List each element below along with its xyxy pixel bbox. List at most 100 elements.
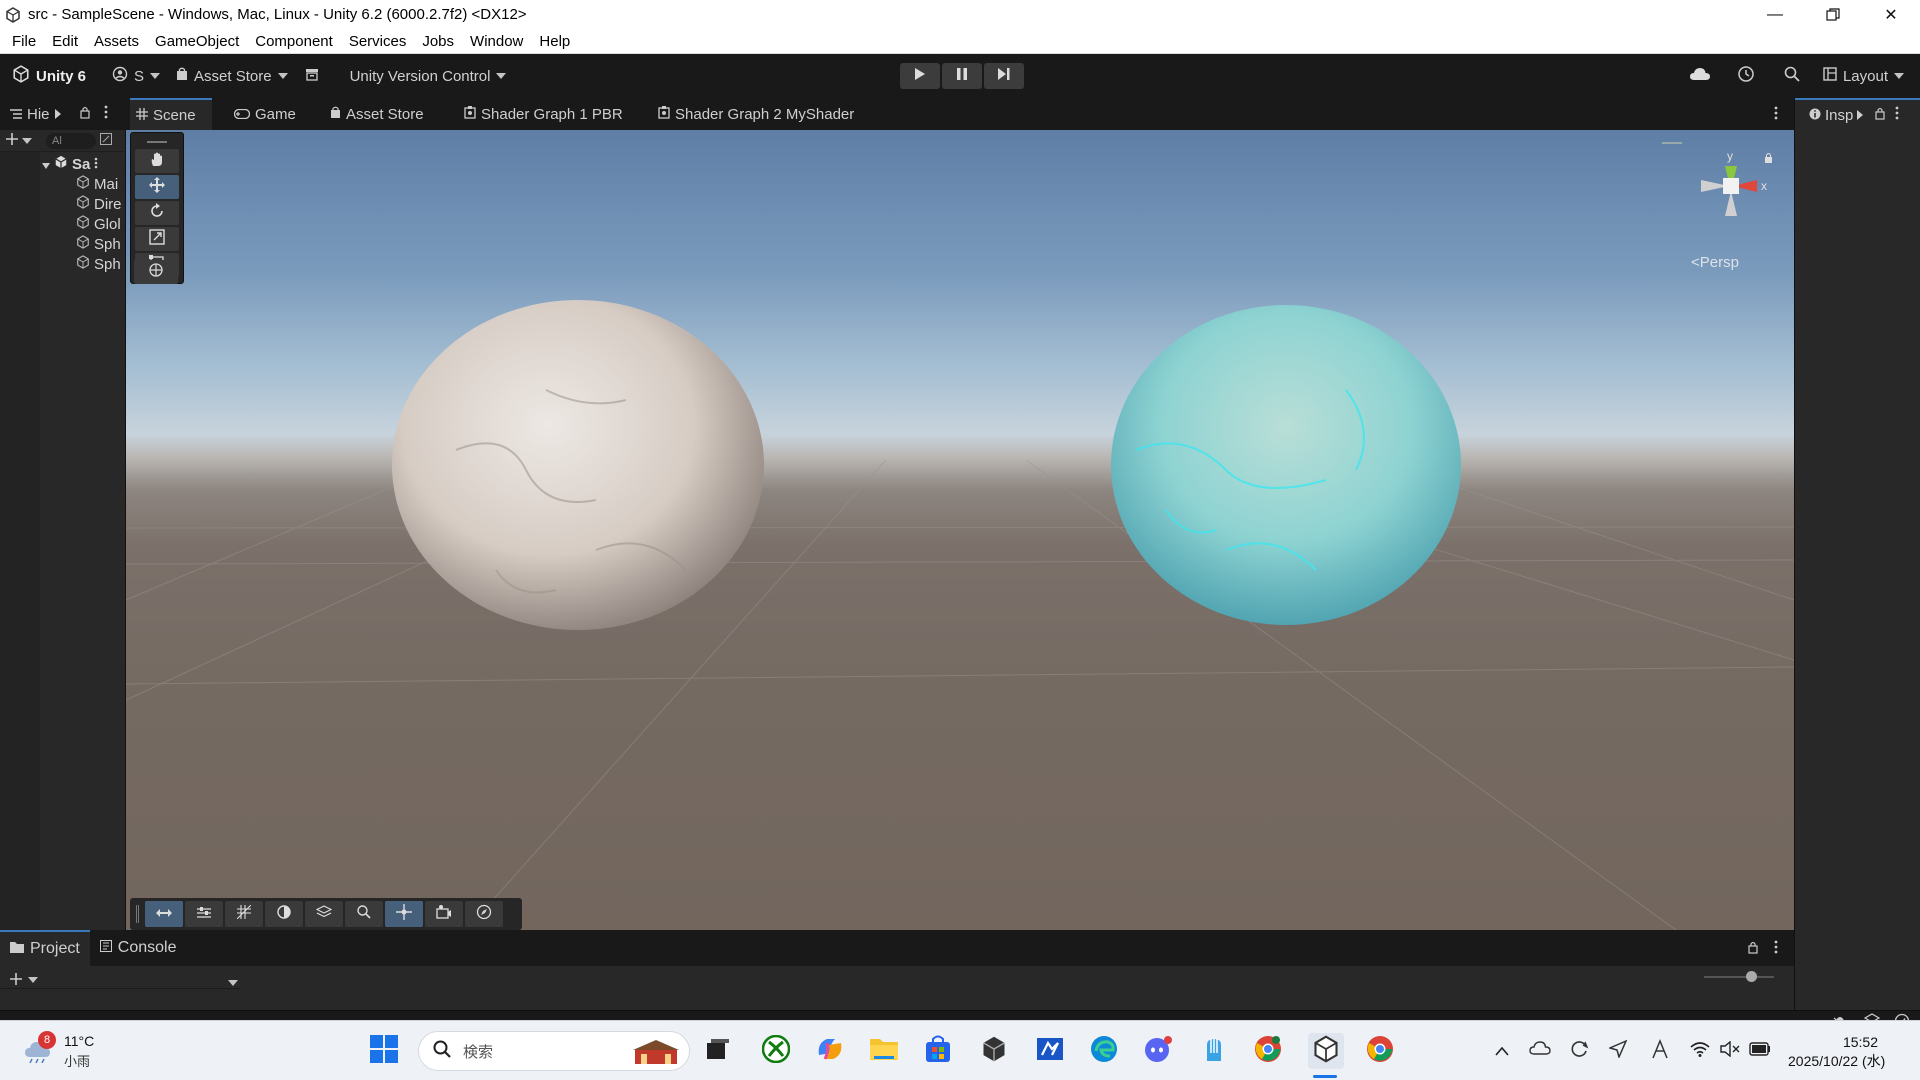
sync-tray[interactable] [1562, 1033, 1598, 1069]
drag-handle[interactable] [147, 141, 167, 143]
lock-icon[interactable] [1765, 153, 1772, 164]
edge-browser-app[interactable] [1086, 1033, 1122, 1069]
tab-hierarchy[interactable]: Hie [4, 98, 72, 130]
weather-widget[interactable]: 8 11°C 小雨 [20, 1031, 110, 1071]
orientation-gizmo[interactable]: y x [1681, 146, 1781, 246]
overlay-handle[interactable] [1662, 142, 1682, 144]
ime-tray[interactable] [1642, 1033, 1678, 1069]
tab-shader-graph-1[interactable]: Shader Graph 1 PBR [458, 98, 634, 130]
microsoft-store-app[interactable] [920, 1033, 956, 1069]
restore-button[interactable] [1804, 0, 1862, 29]
cloud-button[interactable] [1677, 54, 1723, 98]
battery-tray[interactable] [1742, 1033, 1778, 1069]
filter-icon[interactable] [100, 132, 112, 149]
version-control-dropdown[interactable]: Unity Version Control [342, 62, 515, 90]
unity-hub-app[interactable] [976, 1033, 1012, 1069]
tab-scene[interactable]: Scene [130, 98, 212, 130]
sphere-pbr[interactable] [392, 300, 764, 630]
scene-viewport[interactable]: y x <Persp [126, 130, 1794, 930]
lock-icon[interactable] [1875, 107, 1885, 124]
add-icon[interactable] [10, 972, 22, 989]
search-button[interactable] [1769, 54, 1815, 98]
tray-overflow-button[interactable] [1484, 1033, 1520, 1069]
zoom-slider-track[interactable] [1704, 976, 1774, 978]
menu-jobs[interactable]: Jobs [414, 33, 462, 50]
hierarchy-item[interactable]: Sph [76, 234, 121, 254]
menu-edit[interactable]: Edit [44, 33, 86, 50]
tab-inspector[interactable]: Insp [1795, 98, 1920, 130]
tab-game[interactable]: Game [228, 98, 302, 130]
copilot-app[interactable] [812, 1033, 848, 1069]
snap-settings-button[interactable] [185, 901, 223, 927]
taskbar-clock[interactable]: 15:52 2025/10/22 (水) [1788, 1033, 1885, 1071]
menu-window[interactable]: Window [462, 33, 531, 50]
gizmos-toggle-button[interactable] [385, 901, 423, 927]
tab-project[interactable]: Project [0, 930, 90, 966]
menu-services[interactable]: Services [341, 33, 415, 50]
zoom-slider-thumb[interactable] [1746, 971, 1757, 982]
kebab-menu-icon[interactable] [94, 156, 98, 173]
tab-asset-store[interactable]: Asset Store [324, 98, 440, 130]
tablet-pen-app[interactable] [1196, 1033, 1232, 1069]
file-explorer-app[interactable] [866, 1033, 902, 1069]
taskbar-search-box[interactable]: 検索 [418, 1031, 690, 1071]
add-icon[interactable] [6, 132, 18, 149]
pivot-toggle-button[interactable] [145, 901, 183, 927]
hierarchy-item[interactable]: Mai [76, 174, 118, 194]
orientation-button[interactable] [465, 901, 503, 927]
grid-toggle-button[interactable] [225, 901, 263, 927]
chevron-down-icon[interactable] [228, 980, 238, 986]
sphere-custom-shader[interactable] [1111, 305, 1461, 625]
hand-tool-button[interactable] [135, 149, 179, 173]
pause-button[interactable] [942, 63, 982, 89]
tab-shader-graph-2[interactable]: Shader Graph 2 MyShader [652, 98, 872, 130]
chrome-profile-app[interactable] [1362, 1033, 1398, 1069]
close-button[interactable]: ✕ [1862, 0, 1920, 29]
menu-component[interactable]: Component [247, 33, 341, 50]
layers-button[interactable] [305, 901, 343, 927]
move-tool-button[interactable] [135, 175, 179, 199]
hierarchy-item[interactable]: Dire [76, 194, 122, 214]
menu-file[interactable]: File [4, 33, 44, 50]
transform-tool-button[interactable] [134, 260, 178, 284]
onedrive-tray[interactable] [1522, 1033, 1558, 1069]
scene-root-row[interactable]: Sa [42, 154, 98, 174]
account-dropdown[interactable]: S [104, 62, 168, 90]
drag-handle[interactable] [136, 905, 139, 923]
projection-toggle[interactable]: <Persp [1691, 254, 1739, 271]
unity-editor-app[interactable] [1308, 1033, 1344, 1069]
unity-account-button[interactable]: Unity 6 [4, 62, 94, 90]
tab-console[interactable]: Console [90, 930, 187, 966]
task-view-button[interactable] [700, 1033, 736, 1069]
kebab-menu-icon[interactable] [1774, 106, 1778, 124]
shading-mode-button[interactable] [265, 901, 303, 927]
scene-search-button[interactable] [345, 901, 383, 927]
play-button[interactable] [900, 63, 940, 89]
hierarchy-item[interactable]: Glol [76, 214, 121, 234]
gizmo-center-cube[interactable] [1723, 178, 1739, 194]
chevron-down-icon[interactable] [42, 156, 50, 173]
lock-icon[interactable] [1748, 941, 1758, 958]
discord-app[interactable] [1140, 1033, 1176, 1069]
history-button[interactable] [1723, 54, 1769, 98]
hierarchy-search-input[interactable]: Al [46, 132, 96, 149]
menu-help[interactable]: Help [531, 33, 578, 50]
menu-gameobject[interactable]: GameObject [147, 33, 247, 50]
visual-studio-app[interactable] [1032, 1033, 1068, 1069]
layout-dropdown[interactable]: Layout [1815, 62, 1912, 90]
scale-tool-button[interactable] [135, 227, 179, 251]
kebab-menu-icon[interactable] [104, 105, 108, 123]
chevron-down-icon[interactable] [22, 137, 32, 144]
packages-button[interactable] [296, 62, 328, 90]
rotate-tool-button[interactable] [135, 201, 179, 225]
menu-assets[interactable]: Assets [86, 33, 147, 50]
xbox-app[interactable] [758, 1033, 794, 1069]
kebab-menu-icon[interactable] [1774, 940, 1778, 958]
hierarchy-item[interactable]: Sph [76, 254, 121, 274]
lock-icon[interactable] [80, 106, 90, 123]
camera-settings-button[interactable] [425, 901, 463, 927]
location-tray[interactable] [1600, 1033, 1636, 1069]
step-button[interactable] [984, 63, 1024, 89]
start-button[interactable] [366, 1033, 402, 1069]
minimize-button[interactable]: — [1746, 0, 1804, 29]
